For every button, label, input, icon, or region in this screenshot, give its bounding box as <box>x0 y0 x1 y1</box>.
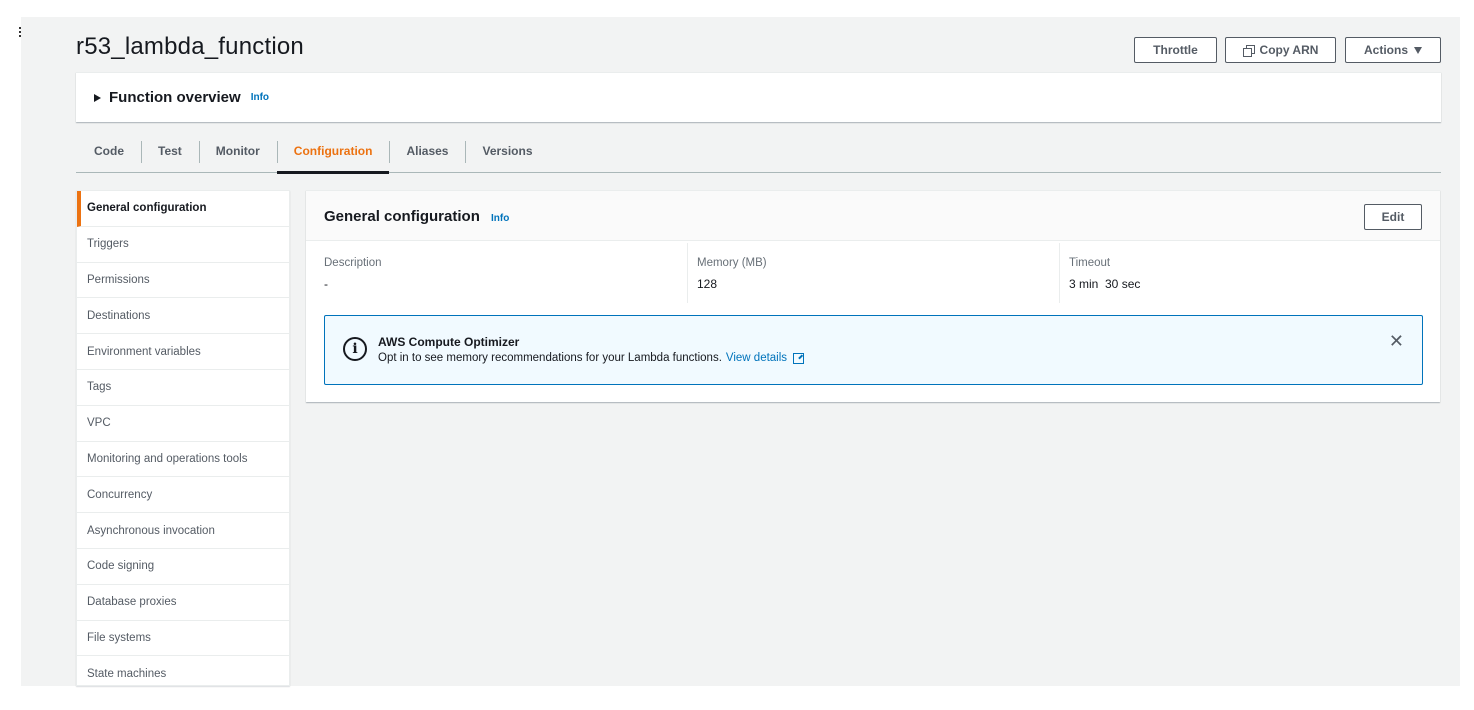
sidebar-item-concurrency[interactable]: Concurrency <box>77 477 289 514</box>
sidebar-item-tags[interactable]: Tags <box>77 370 289 406</box>
tab-test[interactable]: Test <box>141 130 199 173</box>
tab-code[interactable]: Code <box>76 130 141 173</box>
actions-dropdown-label: Actions <box>1363 43 1408 57</box>
edit-button-label: Edit <box>1381 210 1405 224</box>
sidebar-item-file-systems[interactable]: File systems <box>77 621 289 657</box>
sidebar-item-state-machines[interactable]: State machines <box>77 656 289 685</box>
caret-down-icon <box>1414 46 1422 54</box>
tab-configuration[interactable]: Configuration <box>276 130 390 174</box>
alert-body: Opt in to see memory recommendations for… <box>378 352 805 364</box>
description-value: - <box>324 277 328 291</box>
memory-field: Memory (MB) 128 <box>687 243 1059 303</box>
copy-arn-button[interactable]: Copy ARN <box>1225 37 1336 63</box>
close-icon[interactable]: ✕ <box>1389 332 1404 350</box>
panel-info-link[interactable]: Info <box>491 213 509 224</box>
panel-title: General configuration <box>324 208 480 225</box>
actions-dropdown[interactable]: Actions <box>1345 37 1441 63</box>
sidebar-item-database-proxies[interactable]: Database proxies <box>77 585 289 621</box>
alert-body-text: Opt in to see memory recommendations for… <box>378 352 722 364</box>
sidebar-item-permissions[interactable]: Permissions <box>77 263 289 299</box>
sidebar-item-code-signing[interactable]: Code signing <box>77 549 289 585</box>
function-overview-title: Function overview <box>109 89 241 106</box>
general-configuration-panel: General configuration Info Edit Descript… <box>306 190 1440 402</box>
caret-right-icon <box>94 93 101 102</box>
tab-aliases[interactable]: Aliases <box>389 130 465 173</box>
memory-label: Memory (MB) <box>697 257 767 269</box>
sidebar-item-environment-variables[interactable]: Environment variables <box>77 334 289 370</box>
compute-optimizer-alert: i AWS Compute Optimizer Opt in to see me… <box>324 315 1423 385</box>
function-overview-info-link[interactable]: Info <box>251 92 269 103</box>
description-label: Description <box>324 257 382 269</box>
function-overview-toggle[interactable]: Function overview Info <box>76 72 1441 122</box>
sidebar-item-triggers[interactable]: Triggers <box>77 227 289 263</box>
sidebar-item-destinations[interactable]: Destinations <box>77 298 289 335</box>
memory-value: 128 <box>697 277 718 291</box>
alert-title: AWS Compute Optimizer <box>378 335 520 349</box>
throttle-button[interactable]: Throttle <box>1134 37 1217 63</box>
view-details-link[interactable]: View details <box>726 352 787 364</box>
copy-arn-button-label: Copy ARN <box>1259 43 1319 57</box>
timeout-label: Timeout <box>1069 257 1111 269</box>
info-circle-icon: i <box>343 337 367 361</box>
panel-header: General configuration Info Edit <box>306 191 1440 241</box>
timeout-field: Timeout 3 min 30 sec <box>1059 243 1440 303</box>
sidebar-item-vpc[interactable]: VPC <box>77 406 289 442</box>
sidebar-item-monitoring-tools[interactable]: Monitoring and operations tools <box>77 442 289 478</box>
tab-versions[interactable]: Versions <box>465 130 549 173</box>
configuration-sidebar: General configuration Triggers Permissio… <box>76 190 290 686</box>
function-tabs: Code Test Monitor Configuration Aliases … <box>76 130 1441 174</box>
sidebar-item-general-configuration[interactable]: General configuration <box>77 191 289 227</box>
copy-icon <box>1242 44 1255 57</box>
page-title: r53_lambda_function <box>76 33 304 60</box>
tab-monitor[interactable]: Monitor <box>198 130 277 173</box>
edit-button[interactable]: Edit <box>1364 204 1422 230</box>
timeout-value: 3 min 30 sec <box>1069 277 1141 291</box>
external-link-icon <box>793 352 805 364</box>
throttle-button-label: Throttle <box>1153 43 1198 57</box>
description-field: Description - <box>306 243 687 303</box>
sidebar-item-async-invocation[interactable]: Asynchronous invocation <box>77 513 289 549</box>
